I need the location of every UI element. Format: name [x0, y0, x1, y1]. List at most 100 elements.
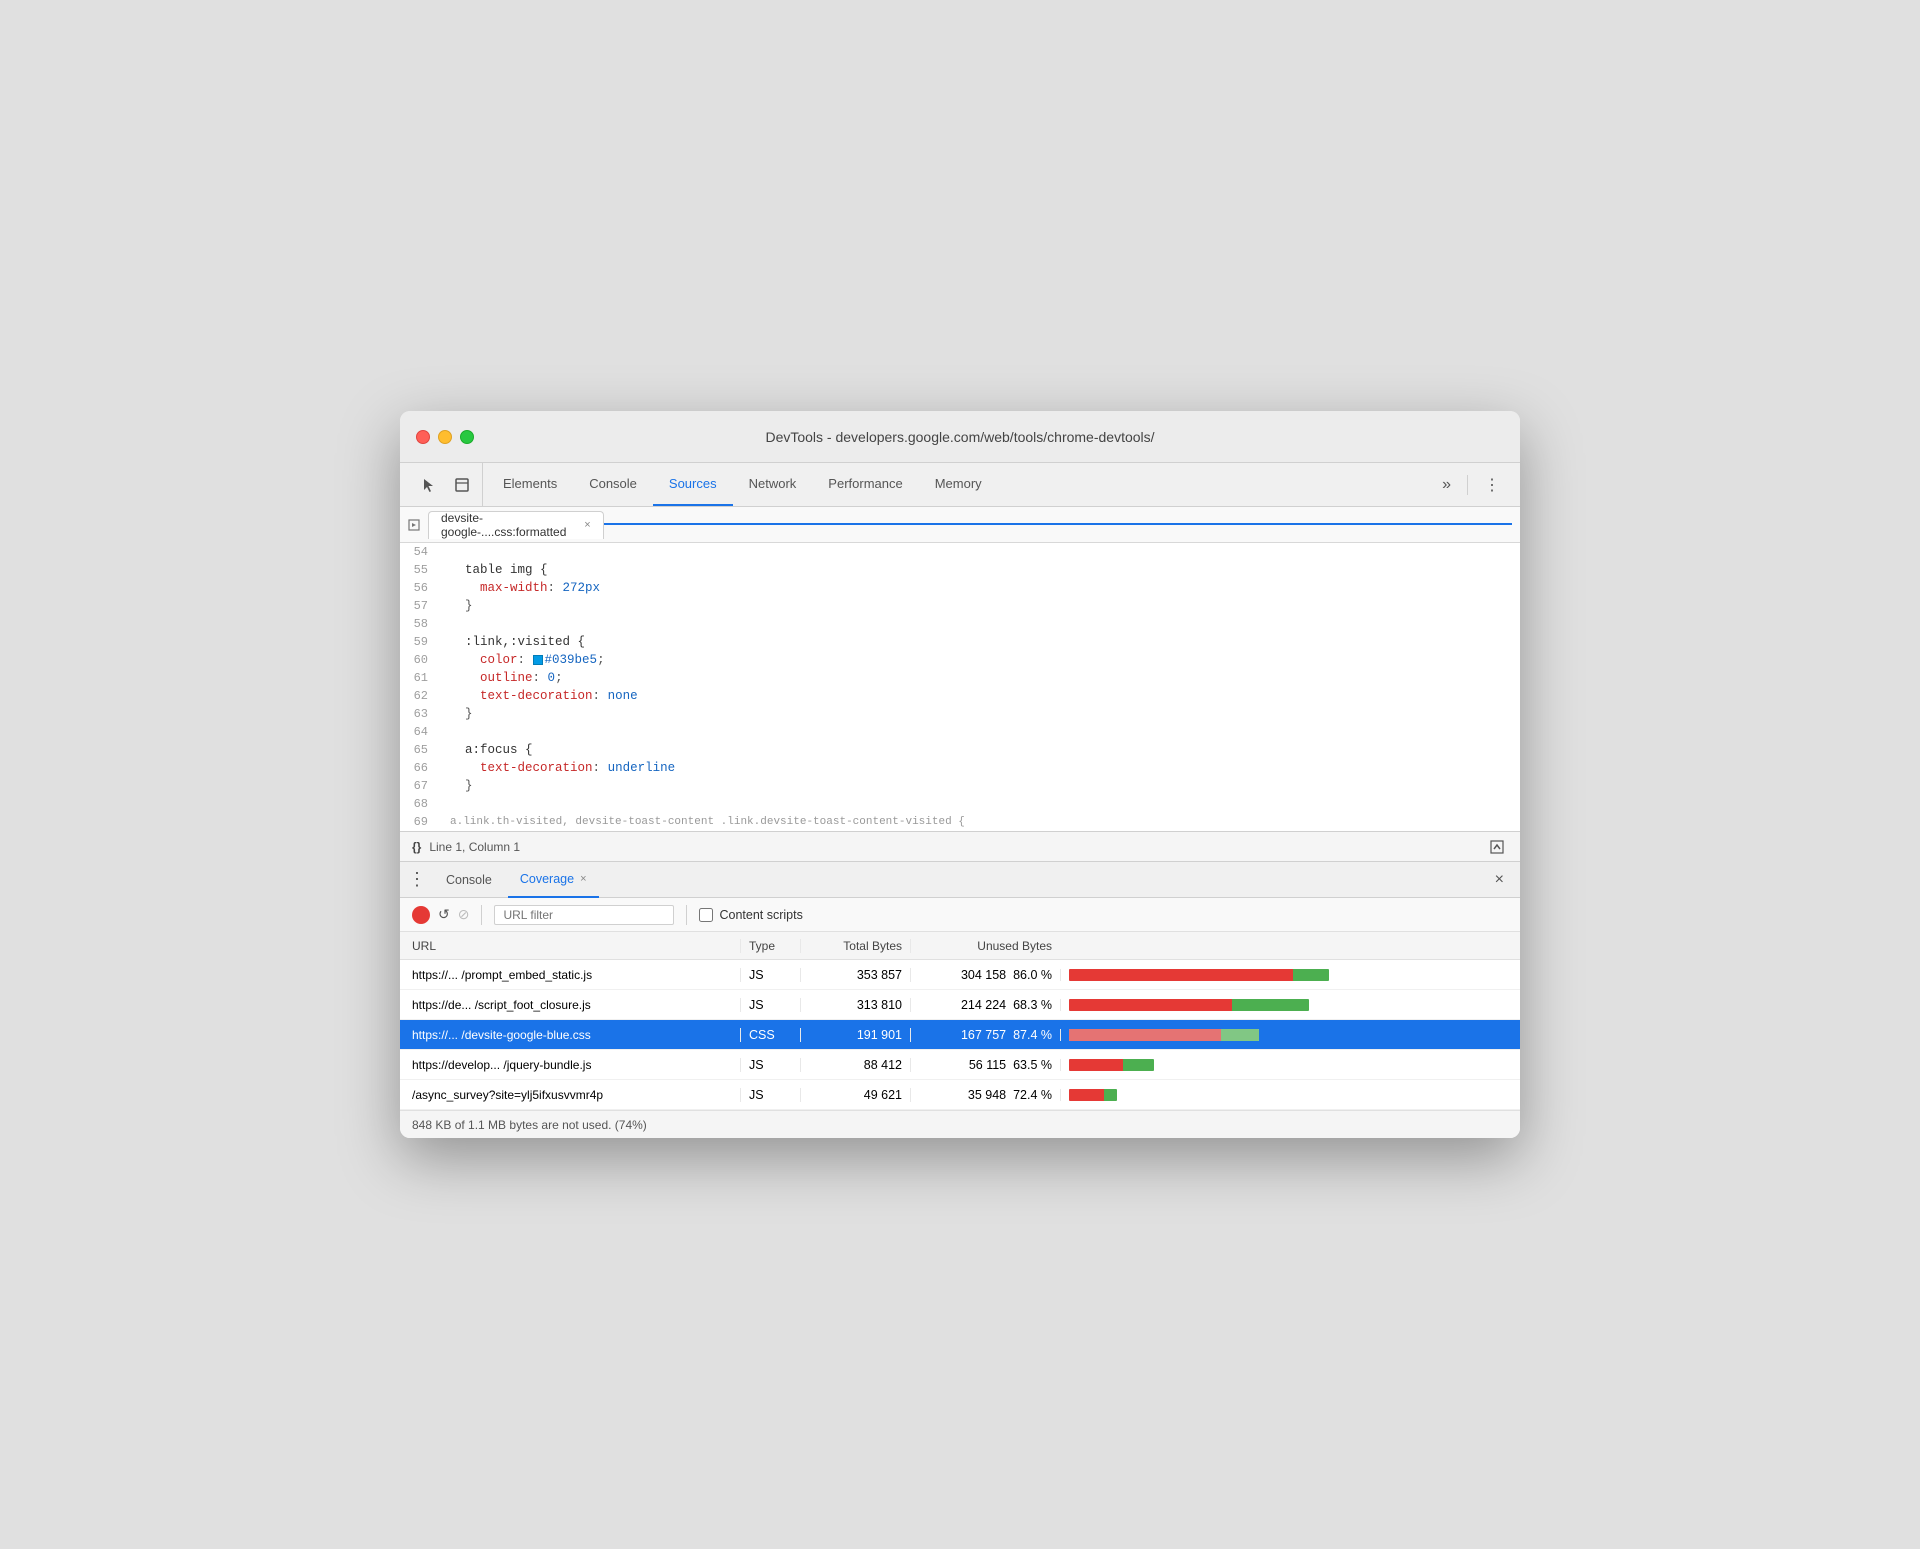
file-tab-bar: devsite-google-....css:formatted × — [400, 507, 1520, 543]
panel-tab-console[interactable]: Console — [434, 862, 504, 898]
row-bar — [1060, 1089, 1520, 1101]
scroll-to-top-button[interactable] — [1486, 836, 1508, 858]
coverage-footer: 848 KB of 1.1 MB bytes are not used. (74… — [400, 1110, 1520, 1138]
minimize-button[interactable] — [438, 430, 452, 444]
table-row[interactable]: https://de... /script_foot_closure.js JS… — [400, 990, 1520, 1020]
reload-button[interactable]: ↺ — [438, 906, 450, 923]
title-bar: DevTools - developers.google.com/web/too… — [400, 411, 1520, 463]
row-unused: 214 224 68.3 % — [910, 998, 1060, 1012]
coverage-toolbar: ↺ ⊘ Content scripts — [400, 898, 1520, 932]
code-line: 54 — [400, 543, 1520, 561]
file-tab-underline — [604, 523, 1512, 525]
record-button[interactable] — [412, 906, 430, 924]
tab-bar-icons — [408, 463, 483, 506]
row-url: https://de... /script_foot_closure.js — [400, 998, 740, 1012]
row-total: 88 412 — [800, 1058, 910, 1072]
row-unused: 56 115 63.5 % — [910, 1058, 1060, 1072]
panel-tab-bar: ⋮ Console Coverage × × — [400, 862, 1520, 898]
devtools-window: DevTools - developers.google.com/web/too… — [400, 411, 1520, 1138]
panel-close-button[interactable]: × — [1487, 871, 1512, 889]
tab-performance[interactable]: Performance — [812, 463, 918, 506]
code-editor[interactable]: 54 55 table img { 56 max-width: 272px 57 — [400, 543, 1520, 832]
tab-console[interactable]: Console — [573, 463, 653, 506]
content-scripts-label[interactable]: Content scripts — [699, 908, 802, 922]
status-bar: {} Line 1, Column 1 — [400, 832, 1520, 862]
row-type: CSS — [740, 1028, 800, 1042]
row-bar — [1060, 1029, 1520, 1041]
table-header: URL Type Total Bytes Unused Bytes — [400, 932, 1520, 960]
row-bar — [1060, 999, 1520, 1011]
row-total: 49 621 — [800, 1088, 910, 1102]
row-type: JS — [740, 968, 800, 982]
tab-elements[interactable]: Elements — [487, 463, 573, 506]
code-line: 65 a:focus { — [400, 741, 1520, 759]
code-line: 64 — [400, 723, 1520, 741]
col-header-total[interactable]: Total Bytes — [800, 939, 910, 953]
cursor-position: Line 1, Column 1 — [429, 840, 520, 854]
window-title: DevTools - developers.google.com/web/too… — [765, 429, 1154, 445]
row-url: https://develop... /jquery-bundle.js — [400, 1058, 740, 1072]
coverage-tab-close[interactable]: × — [580, 873, 586, 885]
content-scripts-checkbox[interactable] — [699, 908, 713, 922]
code-line: 59 :link,:visited { — [400, 633, 1520, 651]
tab-memory[interactable]: Memory — [919, 463, 998, 506]
row-bar — [1060, 1059, 1520, 1071]
divider — [1467, 475, 1468, 495]
tab-bar-right: » ⋮ — [1430, 463, 1512, 506]
cursor-icon[interactable] — [416, 473, 440, 497]
format-icon[interactable]: {} — [412, 840, 421, 854]
row-total: 191 901 — [800, 1028, 910, 1042]
row-unused: 35 948 72.4 % — [910, 1088, 1060, 1102]
col-header-unused[interactable]: Unused Bytes — [910, 939, 1060, 953]
row-total: 313 810 — [800, 998, 910, 1012]
code-line: 63 } — [400, 705, 1520, 723]
row-url: https://... /devsite-google-blue.css — [400, 1028, 740, 1042]
menu-button[interactable]: ⋮ — [1480, 471, 1504, 499]
row-type: JS — [740, 998, 800, 1012]
code-line: 68 — [400, 795, 1520, 813]
row-unused: 304 158 86.0 % — [910, 968, 1060, 982]
file-tab[interactable]: devsite-google-....css:formatted × — [428, 511, 604, 539]
code-line: 66 text-decoration: underline — [400, 759, 1520, 777]
more-tabs-button[interactable]: » — [1438, 472, 1455, 498]
main-tab-bar: Elements Console Sources Network Perform… — [400, 463, 1520, 507]
row-type: JS — [740, 1088, 800, 1102]
code-line: 56 max-width: 272px — [400, 579, 1520, 597]
code-line-truncated: 69 a.link.th-visited, devsite-toast-cont… — [400, 813, 1520, 831]
table-row[interactable]: https://... /prompt_embed_static.js JS 3… — [400, 960, 1520, 990]
row-type: JS — [740, 1058, 800, 1072]
bottom-panel: ⋮ Console Coverage × × ↺ ⊘ Content scrip… — [400, 862, 1520, 1138]
panel-menu-button[interactable]: ⋮ — [408, 869, 426, 890]
dock-icon[interactable] — [450, 473, 474, 497]
code-line: 58 — [400, 615, 1520, 633]
traffic-lights — [416, 430, 474, 444]
code-line: 61 outline: 0; — [400, 669, 1520, 687]
tab-network[interactable]: Network — [733, 463, 813, 506]
code-line: 57 } — [400, 597, 1520, 615]
row-unused: 167 757 87.4 % — [910, 1028, 1060, 1042]
table-row[interactable]: /async_survey?site=ylj5ifxusvvmr4p JS 49… — [400, 1080, 1520, 1110]
coverage-table: URL Type Total Bytes Unused Bytes https:… — [400, 932, 1520, 1110]
code-line: 60 color: #039be5; — [400, 651, 1520, 669]
panel-tab-coverage[interactable]: Coverage × — [508, 862, 599, 898]
code-line: 55 table img { — [400, 561, 1520, 579]
maximize-button[interactable] — [460, 430, 474, 444]
row-total: 353 857 — [800, 968, 910, 982]
row-url: /async_survey?site=ylj5ifxusvvmr4p — [400, 1088, 740, 1102]
table-row[interactable]: https://develop... /jquery-bundle.js JS … — [400, 1050, 1520, 1080]
col-header-type[interactable]: Type — [740, 939, 800, 953]
row-url: https://... /prompt_embed_static.js — [400, 968, 740, 982]
file-tab-name: devsite-google-....css:formatted — [441, 511, 576, 539]
close-button[interactable] — [416, 430, 430, 444]
col-header-url[interactable]: URL — [400, 939, 740, 953]
toolbar-divider — [481, 905, 482, 925]
file-panel-icon — [408, 519, 420, 531]
code-lines: 54 55 table img { 56 max-width: 272px 57 — [400, 543, 1520, 831]
row-bar — [1060, 969, 1520, 981]
file-tab-close[interactable]: × — [584, 519, 590, 531]
tab-sources[interactable]: Sources — [653, 463, 733, 506]
url-filter-input[interactable] — [494, 905, 674, 925]
stop-button[interactable]: ⊘ — [458, 906, 470, 923]
toolbar-divider-2 — [686, 905, 687, 925]
table-row-selected[interactable]: https://... /devsite-google-blue.css CSS… — [400, 1020, 1520, 1050]
